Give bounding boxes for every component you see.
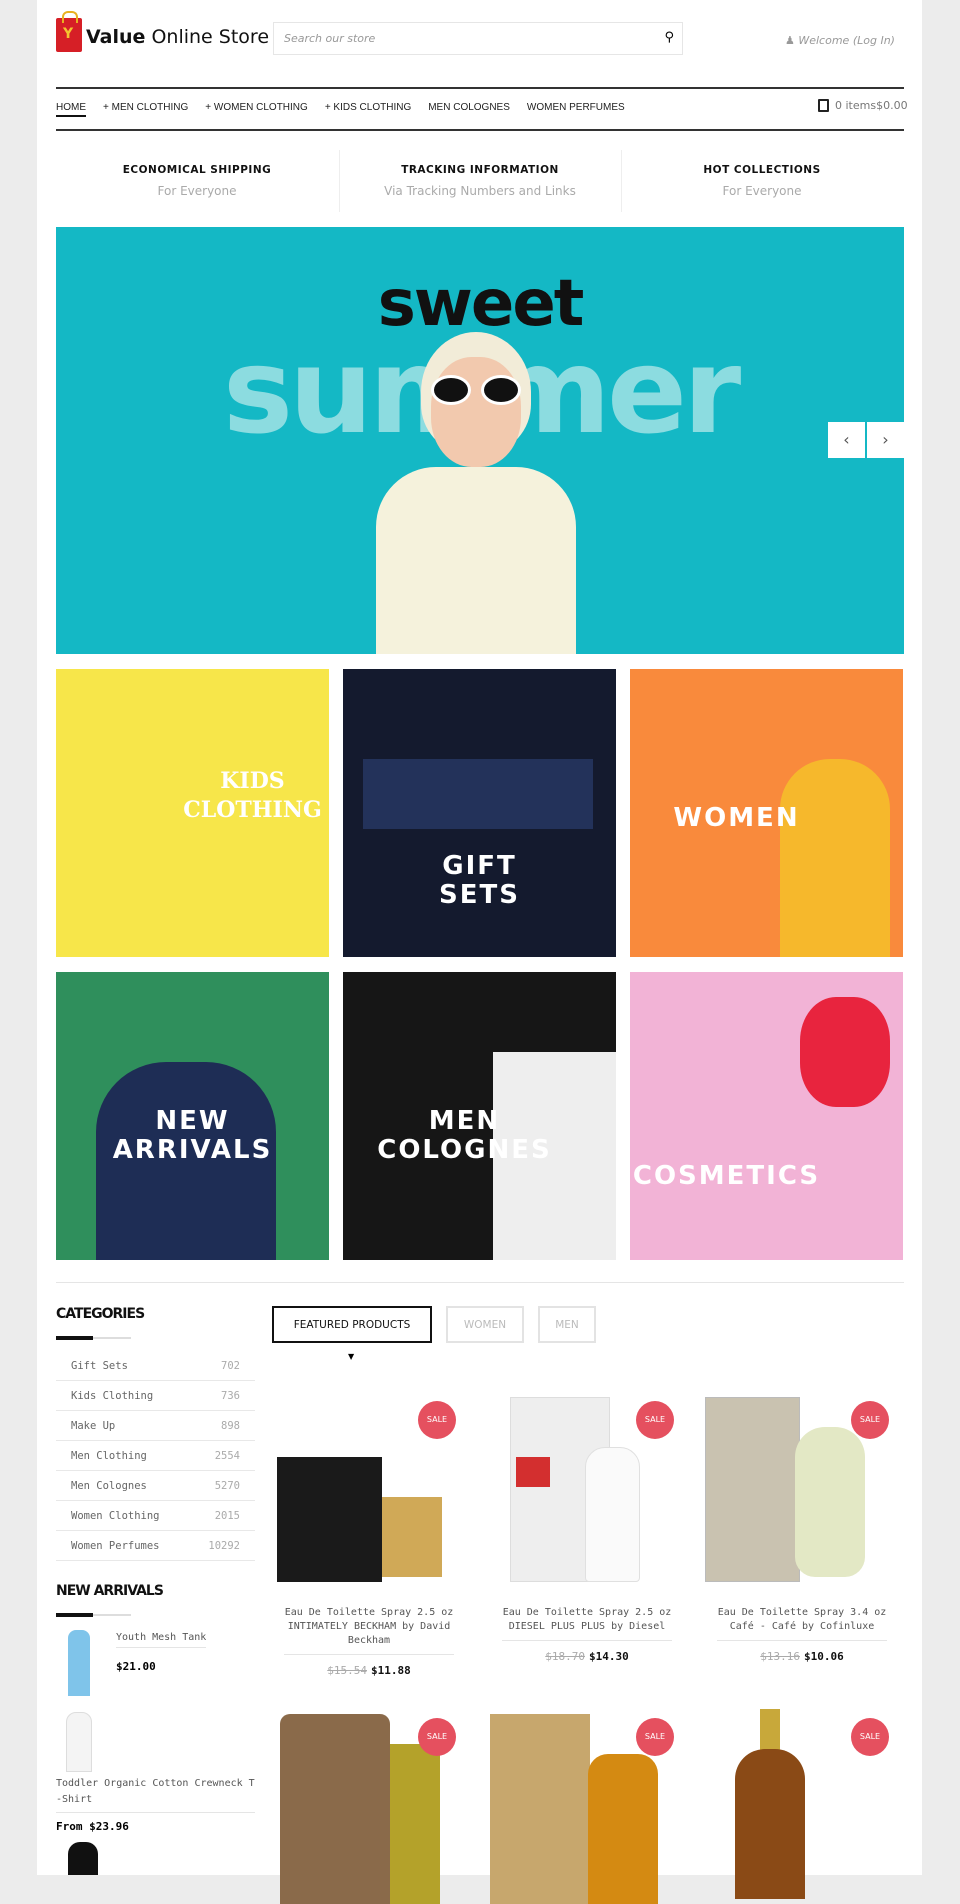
category-item[interactable]: Women Perfumes 10292	[56, 1531, 255, 1561]
hero-banner[interactable]: summer sweet	[56, 227, 904, 654]
model-face	[431, 357, 521, 467]
nav-women-clothing[interactable]: + WOMEN CLOTHING	[205, 102, 308, 117]
product-image[interactable]: SALE	[490, 1704, 684, 1904]
product-thumb[interactable]	[68, 1842, 98, 1875]
new-arrivals-heading: NEW ARRIVALS	[56, 1583, 164, 1599]
feature-collections: HOT COLLECTIONS For Everyone	[703, 164, 821, 198]
category-item[interactable]: Men Clothing 2554	[56, 1441, 255, 1471]
slider-next-button[interactable]: ›	[867, 422, 904, 458]
tab-women[interactable]: WOMEN	[446, 1306, 524, 1343]
nav-women-perfumes[interactable]: WOMEN PERFUMES	[527, 102, 625, 117]
sale-badge: SALE	[851, 1401, 889, 1439]
tab-featured-products[interactable]: FEATURED PRODUCTS	[272, 1306, 432, 1343]
product-image[interactable]: SALE	[705, 1387, 899, 1584]
active-tab-caret-icon: ▼	[348, 1352, 355, 1361]
product-image[interactable]: SALE	[705, 1704, 899, 1901]
search-input[interactable]: Search our store ⚲	[273, 22, 683, 55]
tile-new-arrivals[interactable]: NEW ARRIVALS	[56, 972, 329, 1260]
tile-men-colognes[interactable]: MEN COLOGNES	[343, 972, 616, 1260]
sale-badge: SALE	[418, 1718, 456, 1756]
product-title[interactable]: Eau De Toilette Spray 2.5 oz INTIMATELY …	[284, 1606, 454, 1655]
heading-underline	[56, 1337, 131, 1339]
nav-top-border	[56, 87, 904, 89]
categories-heading: CATEGORIES	[56, 1306, 145, 1322]
product-image[interactable]: SALE	[272, 1704, 466, 1904]
new-item-title[interactable]: Youth Mesh Tank	[116, 1632, 207, 1648]
product-card[interactable]: SALE Eau De Toilette Spray 2.5 oz INTIMAT…	[272, 1387, 466, 1677]
product-price: $15.54 $11.88	[327, 1664, 411, 1677]
product-card[interactable]: SALE Eau De Toilette Spray 3.4 oz Café - …	[705, 1387, 899, 1663]
nav-home[interactable]: HOME	[56, 102, 86, 117]
heading-underline	[56, 1614, 131, 1616]
nav-men-colognes[interactable]: MEN COLOGNES	[428, 102, 510, 117]
nav-bottom-border	[56, 129, 904, 131]
product-price: $13.16 $10.06	[760, 1650, 844, 1663]
cart-button[interactable]: 0 items$0.00	[818, 99, 908, 112]
tile-cosmetics[interactable]: COSMETICS	[630, 972, 903, 1260]
product-image[interactable]: SALE	[490, 1387, 684, 1584]
product-card[interactable]: SALE	[272, 1704, 466, 1904]
product-image[interactable]: SALE	[272, 1387, 466, 1584]
sale-badge: SALE	[636, 1401, 674, 1439]
sale-badge: SALE	[418, 1401, 456, 1439]
category-item[interactable]: Make Up 898	[56, 1411, 255, 1441]
product-card[interactable]: SALE	[490, 1704, 684, 1904]
search-icon[interactable]: ⚲	[664, 30, 674, 45]
sale-badge: SALE	[851, 1718, 889, 1756]
model-image	[780, 759, 890, 957]
logo[interactable]: Value Online Store	[86, 26, 269, 48]
category-item[interactable]: Kids Clothing 736	[56, 1381, 255, 1411]
login-link[interactable]: ♟ Welcome (Log In)	[785, 34, 895, 47]
new-item-title[interactable]: Toddler Organic Cotton Crewneck T-Shirt	[56, 1776, 255, 1813]
nav-men-clothing[interactable]: + MEN CLOTHING	[103, 102, 188, 117]
new-item-price: From $23.96	[56, 1820, 129, 1833]
nav-kids-clothing[interactable]: + KIDS CLOTHING	[325, 102, 411, 117]
slider-prev-button[interactable]: ‹	[828, 422, 865, 458]
product-thumb[interactable]	[68, 1630, 90, 1696]
model-body	[376, 467, 576, 654]
section-divider	[56, 1282, 904, 1283]
category-item[interactable]: Men Colognes 5270	[56, 1471, 255, 1501]
product-card[interactable]: SALE	[705, 1704, 899, 1901]
product-price: $18.70 $14.30	[545, 1650, 629, 1663]
feature-shipping: ECONOMICAL SHIPPING For Everyone	[122, 164, 272, 198]
product-thumb[interactable]	[66, 1712, 92, 1772]
product-card[interactable]: SALE Eau De Toilette Spray 2.5 oz DIESEL …	[490, 1387, 684, 1663]
main-nav: HOME + MEN CLOTHING + WOMEN CLOTHING + K…	[56, 102, 625, 117]
new-item-price: $21.00	[116, 1660, 156, 1673]
polish-image	[800, 997, 890, 1107]
tile-kids-clothing[interactable]: KIDS CLOTHING	[56, 669, 329, 957]
product-title[interactable]: Eau De Toilette Spray 2.5 oz DIESEL PLUS…	[502, 1606, 672, 1641]
sunglasses-icon	[431, 375, 521, 405]
category-item[interactable]: Gift Sets 702	[56, 1351, 255, 1381]
logo-bag-icon[interactable]	[56, 11, 82, 52]
tab-men[interactable]: MEN	[538, 1306, 596, 1343]
gift-box-image	[363, 759, 593, 829]
sale-badge: SALE	[636, 1718, 674, 1756]
product-title[interactable]: Eau De Toilette Spray 3.4 oz Café - Café…	[717, 1606, 887, 1641]
tile-women[interactable]: WOMEN	[630, 669, 903, 957]
category-item[interactable]: Women Clothing 2015	[56, 1501, 255, 1531]
tile-gift-sets[interactable]: GIFT SETS	[343, 669, 616, 957]
shopping-bag-icon	[818, 99, 829, 112]
feature-tracking: TRACKING INFORMATION Via Tracking Numbers…	[384, 164, 576, 198]
